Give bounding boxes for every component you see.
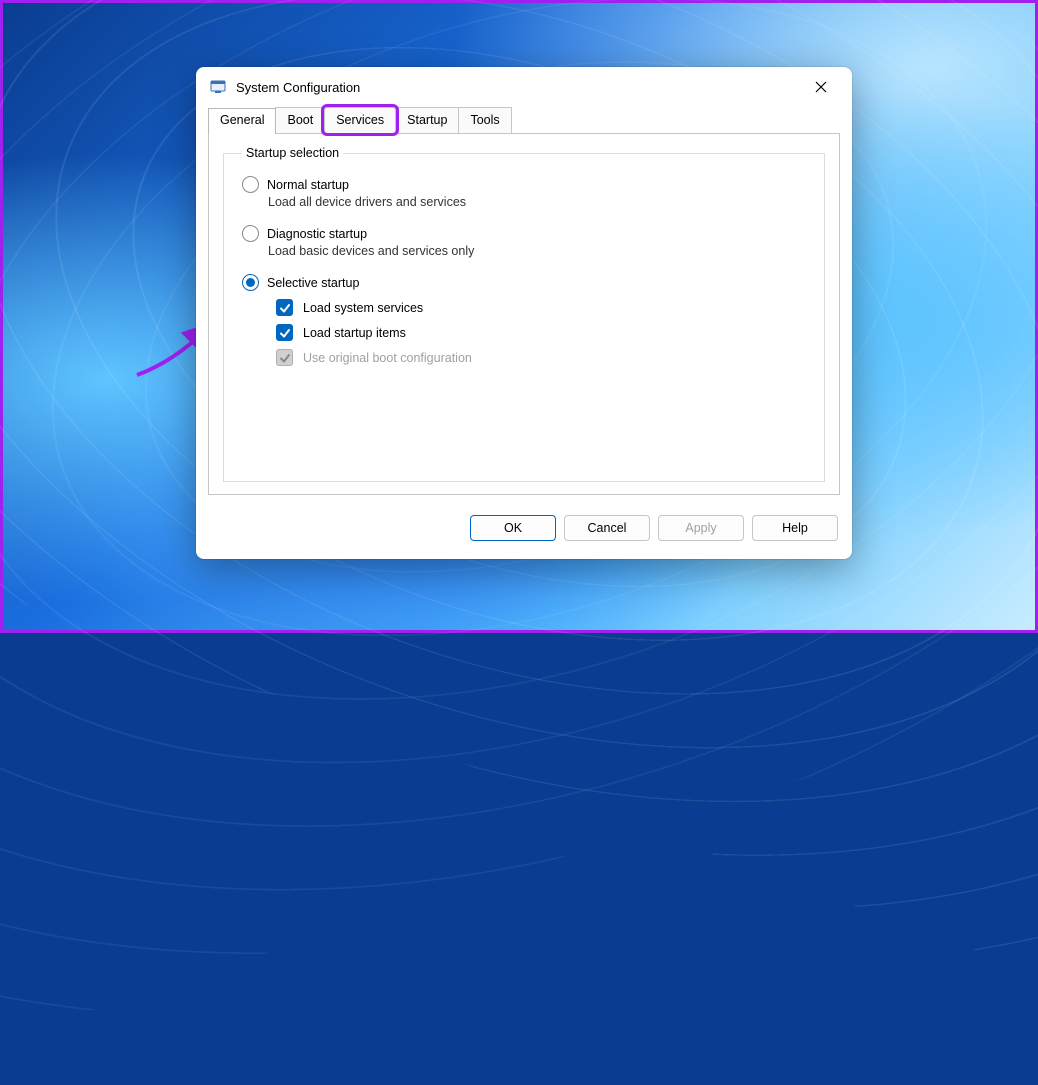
startup-selection-group: Startup selection Normal startup Load al… (223, 146, 825, 482)
tab-boot[interactable]: Boot (275, 107, 325, 133)
ok-button[interactable]: OK (470, 515, 556, 541)
window-title: System Configuration (236, 80, 798, 95)
checkmark-icon (279, 302, 291, 314)
label-load-system-services: Load system services (303, 301, 423, 315)
label-load-startup-items: Load startup items (303, 326, 406, 340)
tab-tools[interactable]: Tools (458, 107, 511, 133)
help-button[interactable]: Help (752, 515, 838, 541)
checkmark-icon (279, 327, 291, 339)
radio-normal-startup[interactable] (242, 176, 259, 193)
radio-selective-startup[interactable] (242, 274, 259, 291)
system-configuration-dialog: System Configuration General Boot Servic… (196, 67, 852, 559)
tab-services[interactable]: Services (324, 107, 396, 133)
tab-bar: General Boot Services Startup Tools (196, 107, 852, 133)
group-legend: Startup selection (242, 146, 343, 160)
tab-general[interactable]: General (208, 108, 276, 134)
tab-startup[interactable]: Startup (395, 107, 459, 133)
app-icon (210, 79, 226, 95)
desc-diagnostic-startup: Load basic devices and services only (268, 244, 806, 258)
label-diagnostic-startup: Diagnostic startup (267, 227, 367, 241)
label-selective-startup: Selective startup (267, 276, 359, 290)
check-load-startup-items[interactable] (276, 324, 293, 341)
radio-diagnostic-startup[interactable] (242, 225, 259, 242)
close-icon (815, 81, 827, 93)
label-use-original-boot: Use original boot configuration (303, 351, 472, 365)
check-load-system-services[interactable] (276, 299, 293, 316)
cancel-button[interactable]: Cancel (564, 515, 650, 541)
titlebar: System Configuration (196, 67, 852, 107)
desc-normal-startup: Load all device drivers and services (268, 195, 806, 209)
apply-button[interactable]: Apply (658, 515, 744, 541)
dialog-footer: OK Cancel Apply Help (196, 507, 852, 559)
close-button[interactable] (798, 72, 844, 102)
check-use-original-boot (276, 349, 293, 366)
checkmark-icon (279, 352, 291, 364)
tab-panel-general: Startup selection Normal startup Load al… (208, 133, 840, 495)
label-normal-startup: Normal startup (267, 178, 349, 192)
